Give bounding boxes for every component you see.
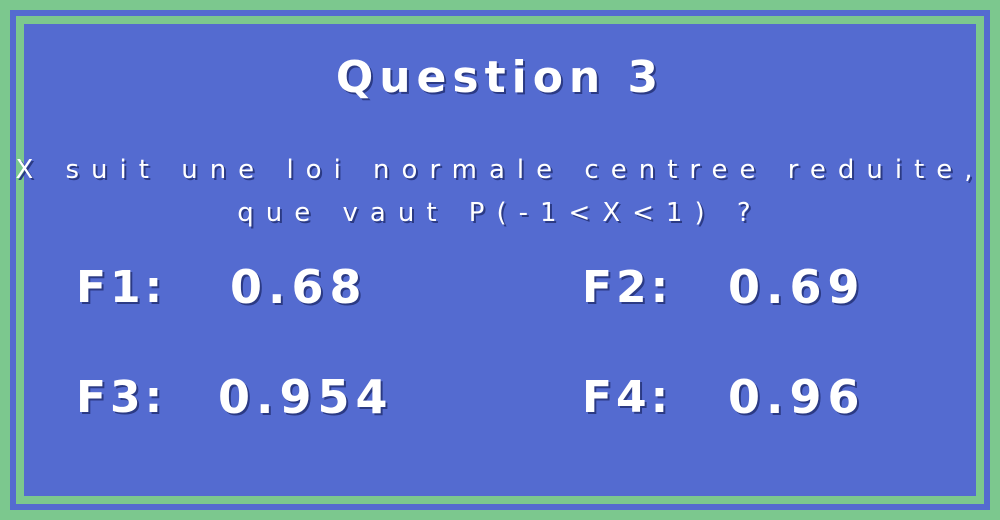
answer-value-f1: 0.68 [230,260,368,314]
question-text-line-1: X suit une loi normale centree reduite, [15,155,985,185]
answer-label-f2: F2: [582,262,673,313]
answer-label-f4: F4: [582,372,673,423]
question-text-line-2: que vaut P(-1<X<1) ? [237,198,763,228]
answer-value-f3: 0.954 [218,370,394,424]
answer-value-f2: 0.69 [728,260,866,314]
question-title: Question 3 [335,52,665,103]
answer-label-f3: F3: [76,372,167,423]
answer-label-f1: F1: [76,262,167,313]
answer-value-f4: 0.96 [728,370,866,424]
quiz-screen: Question 3 X suit une loi normale centre… [0,0,1000,520]
